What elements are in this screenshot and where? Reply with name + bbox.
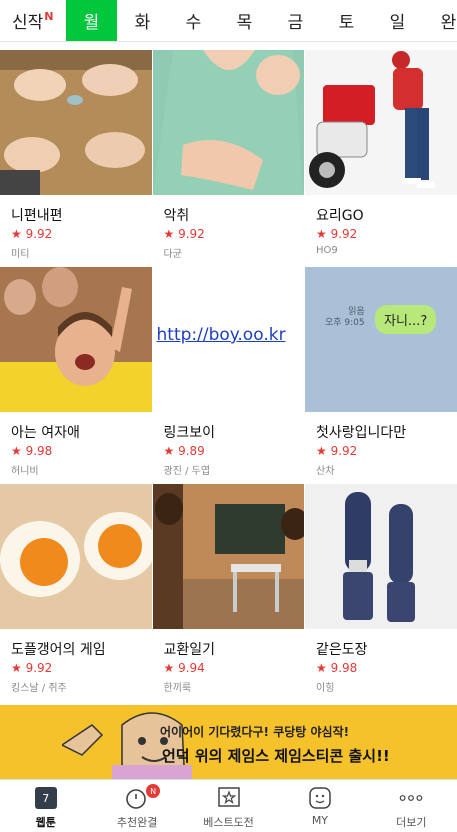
- comic-title: 링크보이: [163, 425, 216, 440]
- nav-label: 베스트도전: [203, 816, 254, 829]
- comic-card[interactable]: 교환일기 ★ 9.94 한끼룩: [152, 484, 304, 701]
- nav-label: 웹툰: [35, 816, 56, 829]
- tab-monday[interactable]: 월: [66, 0, 117, 41]
- comic-author: 미티: [11, 249, 30, 260]
- smile-icon: [307, 786, 333, 810]
- calendar-icon: 7: [33, 786, 59, 810]
- tab-label: 화: [134, 13, 151, 33]
- tab-label: 수: [185, 13, 202, 33]
- weekday-tab-bar: 신작 N 월 화 수 목 금 토 일 완: [0, 0, 457, 42]
- comic-card[interactable]: 요리GO ★ 9.92 HO9: [305, 50, 457, 267]
- comic-thumbnail: [305, 50, 457, 195]
- thumbnail-url-text: http://boy.oo.kr: [156, 325, 286, 345]
- chat-bubble: 자니...?: [375, 305, 437, 334]
- comic-card[interactable]: 니편내편 ★ 9.92 미티: [0, 50, 152, 267]
- banner-headline: 어이어이 기다렸다구! 쿠당탕 야심작!: [160, 725, 350, 739]
- tab-sunday[interactable]: 일: [372, 0, 423, 41]
- comic-card[interactable]: 같은도장 ★ 9.98 이힝: [305, 484, 457, 701]
- tab-label: 신작: [12, 13, 44, 33]
- comic-rating: ★ 9.98: [11, 444, 53, 458]
- comic-title: 아는 여자애: [11, 425, 80, 440]
- comic-rating: ★ 9.92: [316, 444, 358, 458]
- bottom-navigation: 7 웹툰 N 추천완결 베스트도전 MY 더보기: [0, 779, 457, 832]
- tab-label: 월: [83, 13, 100, 33]
- tab-wednesday[interactable]: 수: [168, 0, 219, 41]
- comic-author: 다균: [163, 249, 182, 260]
- comic-card[interactable]: 읽음 오후 9:05 자니...? 첫사랑입니다만 ★ 9.92 산차: [305, 267, 457, 484]
- nav-label: MY: [311, 814, 329, 827]
- comic-thumbnail: [0, 50, 152, 195]
- tab-completed[interactable]: 완: [423, 0, 457, 41]
- nav-more[interactable]: 더보기: [366, 780, 457, 832]
- promo-banner[interactable]: 어이어이 기다렸다구! 쿠당탕 야심작! 언덕 위의 제임스 제임스티콘 출시!…: [0, 705, 457, 779]
- comic-thumbnail: [152, 50, 304, 195]
- grid-row: 니편내편 ★ 9.92 미티 악취 ★ 9.92 다균 요리GO ★ 9.92 …: [0, 50, 457, 267]
- comic-rating: ★ 9.92: [11, 227, 53, 241]
- comic-title: 악취: [163, 208, 190, 223]
- timer-icon: N: [124, 784, 161, 810]
- comic-rating: ★ 9.98: [316, 661, 358, 675]
- comic-title: 도플갱어의 게임: [11, 642, 106, 657]
- comic-thumbnail: [0, 484, 152, 629]
- nav-label: 추천완결: [116, 816, 158, 829]
- comic-rating: ★ 9.92: [11, 661, 53, 675]
- comic-thumbnail: [305, 484, 457, 629]
- grid-row: 도플갱어의 게임 ★ 9.92 킹스날 / 쥐주 교환일기 ★ 9.94 한끼룩…: [0, 484, 457, 701]
- nav-my[interactable]: MY: [274, 780, 365, 832]
- comic-author: 킹스날 / 쥐주: [11, 683, 67, 694]
- comic-rating: ★ 9.89: [163, 444, 205, 458]
- comic-author: 허니비: [11, 466, 39, 477]
- comic-thumbnail: [0, 267, 152, 412]
- tab-thursday[interactable]: 목: [219, 0, 270, 41]
- star-bookmark-icon: [216, 786, 242, 810]
- nav-label: 더보기: [396, 816, 427, 829]
- tab-saturday[interactable]: 토: [321, 0, 372, 41]
- tab-label: 목: [236, 13, 253, 33]
- tab-label: 금: [287, 13, 304, 33]
- tab-label: 완: [440, 13, 457, 33]
- tab-label: 토: [338, 13, 355, 33]
- more-dots-icon: [398, 786, 424, 810]
- comic-title: 첫사랑입니다만: [316, 425, 407, 440]
- comic-title: 같은도장: [316, 642, 368, 657]
- new-badge: N: [44, 10, 54, 23]
- comic-title: 니편내편: [11, 208, 63, 223]
- grid-row: 아는 여자애 ★ 9.98 허니비 http://boy.oo.kr 링크보이 …: [0, 267, 457, 484]
- comic-card[interactable]: 도플갱어의 게임 ★ 9.92 킹스날 / 쥐주: [0, 484, 152, 701]
- nav-best-challenge[interactable]: 베스트도전: [183, 780, 274, 832]
- read-receipt: 읽음: [348, 307, 365, 317]
- tab-tuesday[interactable]: 화: [117, 0, 168, 41]
- comic-rating: ★ 9.94: [163, 661, 205, 675]
- comic-author: 이힝: [316, 683, 335, 694]
- comic-author: 광진 / 두엽: [163, 466, 211, 477]
- comic-thumbnail: 읽음 오후 9:05 자니...?: [305, 267, 457, 412]
- comic-author: 산차: [316, 466, 335, 477]
- character-illustration: [62, 712, 192, 779]
- nav-webtoon[interactable]: 7 웹툰: [0, 780, 91, 832]
- comic-title: 요리GO: [316, 208, 364, 223]
- comic-thumbnail: [152, 484, 304, 629]
- comic-thumbnail: http://boy.oo.kr: [152, 267, 304, 412]
- comic-author: 한끼룩: [163, 683, 192, 694]
- message-time: 오후 9:05: [325, 318, 365, 328]
- comic-card[interactable]: http://boy.oo.kr 링크보이 ★ 9.89 광진 / 두엽: [152, 267, 304, 484]
- comic-card[interactable]: 아는 여자애 ★ 9.98 허니비: [0, 267, 152, 484]
- comic-rating: ★ 9.92: [316, 227, 358, 241]
- banner-title: 언덕 위의 제임스 제임스티콘 출시!!: [162, 747, 390, 765]
- comic-title: 교환일기: [163, 642, 216, 657]
- tab-label: 일: [389, 13, 406, 33]
- tab-new[interactable]: 신작 N: [0, 0, 66, 41]
- comic-author: HO9: [316, 245, 338, 256]
- comic-grid: 니편내편 ★ 9.92 미티 악취 ★ 9.92 다균 요리GO ★ 9.92 …: [0, 50, 457, 701]
- tab-friday[interactable]: 금: [270, 0, 321, 41]
- nav-recommended-completed[interactable]: N 추천완결: [91, 780, 182, 832]
- comic-rating: ★ 9.92: [163, 227, 205, 241]
- new-badge: N: [146, 784, 161, 798]
- comic-card[interactable]: 악취 ★ 9.92 다균: [152, 50, 304, 267]
